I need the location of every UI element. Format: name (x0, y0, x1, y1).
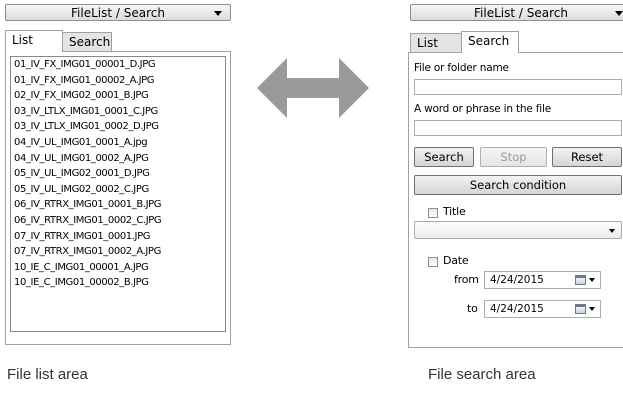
list-item[interactable]: 04_IV_UL_IMG01_0002_A.JPG (11, 151, 225, 167)
chevron-down-icon (214, 11, 222, 16)
to-label: to (467, 302, 478, 315)
list-item[interactable]: 03_IV_LTLX_IMG01_0001_C.JPG (11, 104, 225, 120)
list-item[interactable]: 01_IV_FX_IMG01_00002_A.JPG (11, 73, 225, 89)
tab-search-label: Search (69, 35, 111, 49)
tab-list[interactable]: List (5, 30, 63, 52)
stop-button-label: Stop (500, 150, 527, 164)
to-date-picker[interactable]: 4/24/2015 (484, 300, 601, 318)
list-item[interactable]: 10_IE_C_IMG01_00001_A.JPG (11, 260, 225, 276)
search-button-label: Search (424, 150, 464, 164)
calendar-icon (575, 275, 586, 285)
list-item[interactable]: 10_IE_C_IMG01_00002_B.JPG (11, 275, 225, 291)
view-mode-dropdown[interactable]: FileList / Search (5, 4, 231, 21)
list-item[interactable]: 03_IV_LTLX_IMG01_0002_D.JPG (11, 119, 225, 135)
from-date-value: 4/24/2015 (490, 274, 544, 286)
list-item[interactable]: 06_IV_RTRX_IMG01_0001_B.JPG (11, 197, 225, 213)
from-date-picker[interactable]: 4/24/2015 (484, 271, 601, 289)
date-checkbox-label: Date (443, 254, 469, 267)
calendar-icon (575, 304, 586, 314)
search-tab-content: File or folder name A word or phrase in … (408, 52, 623, 348)
chevron-down-icon (615, 11, 623, 16)
title-checkbox-label: Title (443, 205, 466, 218)
reset-button[interactable]: Reset (552, 147, 622, 167)
file-search-caption: File search area (428, 366, 536, 383)
phrase-field-label: A word or phrase in the file (414, 103, 551, 115)
file-list-caption: File list area (7, 366, 88, 383)
date-checkbox[interactable] (428, 257, 438, 267)
view-mode-label-search: FileList / Search (474, 6, 568, 20)
phrase-input[interactable] (414, 120, 622, 136)
view-mode-dropdown-search[interactable]: FileList / Search (410, 4, 623, 21)
chevron-down-icon (589, 307, 595, 311)
list-item[interactable]: 02_IV_FX_IMG02_0001_B.JPG (11, 88, 225, 104)
title-checkbox[interactable] (428, 208, 438, 218)
name-input[interactable] (414, 79, 622, 95)
file-list[interactable]: 01_IV_FX_IMG01_00001_D.JPG 01_IV_FX_IMG01… (10, 56, 226, 332)
reset-button-label: Reset (570, 150, 604, 164)
list-item[interactable]: 07_IV_RTRX_IMG01_0002_A.JPG (11, 244, 225, 260)
search-condition-button[interactable]: Search condition (414, 175, 622, 195)
list-item[interactable]: 05_IV_UL_IMG02_0001_D.JPG (11, 166, 225, 182)
list-item[interactable]: 07_IV_RTRX_IMG01_0001.JPG (11, 229, 225, 245)
tab-search-active[interactable]: Search (461, 31, 519, 53)
search-condition-label: Search condition (469, 178, 567, 192)
list-item[interactable]: 05_IV_UL_IMG02_0002_C.JPG (11, 182, 225, 198)
tab-list-label: List (417, 36, 438, 50)
from-label: from (454, 273, 479, 286)
name-field-label: File or folder name (414, 62, 509, 74)
list-item[interactable]: 06_IV_RTRX_IMG01_0002_C.JPG (11, 213, 225, 229)
tab-search[interactable]: Search (62, 32, 112, 52)
chevron-down-icon (589, 278, 595, 282)
to-date-value: 4/24/2015 (490, 303, 544, 315)
file-search-panel: FileList / Search List Search File or fo… (406, 0, 623, 350)
tab-search-label: Search (468, 34, 510, 48)
stop-button[interactable]: Stop (480, 147, 547, 167)
search-button[interactable]: Search (414, 147, 474, 167)
tab-list-label: List (12, 33, 33, 47)
chevron-down-icon (609, 229, 615, 233)
tab-list-search-view[interactable]: List (410, 33, 462, 53)
view-mode-label: FileList / Search (71, 6, 165, 20)
list-tab-content: 01_IV_FX_IMG01_00001_D.JPG 01_IV_FX_IMG01… (5, 51, 231, 345)
file-list-panel: FileList / Search List Search 01_IV_FX_I… (0, 0, 236, 345)
list-item[interactable]: 01_IV_FX_IMG01_00001_D.JPG (11, 57, 225, 73)
list-item[interactable]: 04_IV_UL_IMG01_0001_A.jpg (11, 135, 225, 151)
title-select[interactable] (414, 221, 622, 239)
double-arrow-icon (257, 58, 369, 118)
